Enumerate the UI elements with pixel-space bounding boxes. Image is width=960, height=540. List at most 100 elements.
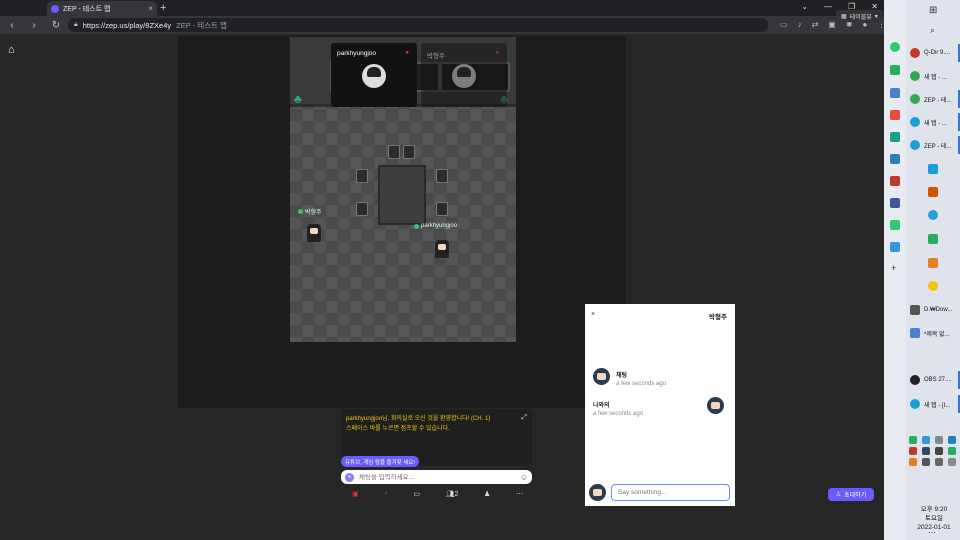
- app-icon[interactable]: [890, 88, 900, 98]
- taskbar-window[interactable]: OBS 27....: [910, 371, 960, 389]
- chat-input-bar: + ☺: [341, 470, 532, 484]
- grid-icon: ▦: [841, 13, 847, 20]
- tray-icon[interactable]: [909, 458, 917, 466]
- tray-icon[interactable]: [922, 447, 930, 455]
- facebook-icon[interactable]: [890, 198, 900, 208]
- app-icon[interactable]: [890, 132, 900, 142]
- add-icon[interactable]: +: [345, 472, 354, 482]
- app-icon[interactable]: [928, 234, 938, 244]
- emoji-icon[interactable]: ☺: [520, 473, 528, 482]
- video-tile[interactable]: parkhyungjoo ●: [331, 43, 417, 107]
- chrome-icon: [910, 94, 920, 104]
- tray-icon[interactable]: [909, 436, 917, 444]
- avatar: [452, 64, 476, 88]
- telegram-icon[interactable]: [928, 210, 938, 220]
- taskbar-window[interactable]: Q-Dir 9....: [910, 44, 960, 62]
- chair: [388, 145, 400, 159]
- chevron-down-icon[interactable]: ⌄: [801, 2, 808, 11]
- system-tray: [909, 436, 957, 466]
- volume-icon[interactable]: [935, 458, 943, 466]
- mic-off-icon[interactable]: ♪: [384, 490, 388, 497]
- participants-count: 2: [454, 490, 459, 498]
- close-icon[interactable]: ×: [591, 311, 595, 318]
- taskbar-window[interactable]: 새 탭 - ...: [910, 67, 960, 85]
- zep-favicon-icon: [51, 4, 59, 13]
- line-icon[interactable]: [890, 220, 900, 230]
- obs-icon: [910, 375, 920, 385]
- forward-icon[interactable]: ›: [28, 20, 40, 31]
- app-icon[interactable]: [890, 242, 900, 252]
- url-page-title: ZEP - 테스트 맵: [176, 20, 227, 30]
- tray-icon[interactable]: [948, 458, 956, 466]
- panel-title: 박형주: [709, 314, 727, 321]
- url-text: https://zep.us/play/8ZXe4y: [82, 20, 172, 30]
- browser-tab[interactable]: ZEP - 테스트 맵 ×: [47, 1, 157, 16]
- message-composer: [589, 484, 731, 502]
- kakaotalk-icon[interactable]: [928, 281, 938, 291]
- translate-icon[interactable]: ⇄: [812, 20, 819, 29]
- my-avatar[interactable]: [435, 240, 449, 258]
- avatar: [593, 368, 610, 385]
- youtube-icon[interactable]: [890, 176, 900, 186]
- taskbar-window[interactable]: *제목 없...: [910, 324, 960, 342]
- tray-icon[interactable]: [935, 436, 943, 444]
- app-icon[interactable]: [890, 110, 900, 120]
- app-icon[interactable]: [890, 65, 900, 75]
- edge-icon: [910, 117, 920, 127]
- taskbar-window[interactable]: 새 탭 - [I...: [910, 395, 960, 413]
- screen-share-icon[interactable]: ▭: [413, 490, 420, 498]
- invite-button[interactable]: ♙ 초대하기: [828, 488, 874, 501]
- reload-icon[interactable]: ↻: [50, 20, 62, 31]
- tray-icon[interactable]: [948, 447, 956, 455]
- more-icon[interactable]: ⋯: [516, 490, 523, 498]
- more-icon[interactable]: ⋯: [928, 528, 936, 537]
- mic-icon[interactable]: ♪: [798, 20, 802, 29]
- bluetooth-icon[interactable]: [948, 436, 956, 444]
- message-input[interactable]: [611, 484, 730, 501]
- add-icon[interactable]: +: [891, 263, 896, 273]
- hint-badge[interactable]: 유튜브, 게임 링을 즐겨찾 세요!: [341, 456, 419, 467]
- direct-message-panel: × 박형주 채팅 a few seconds ago 나와의 a few sec…: [585, 304, 735, 506]
- back-icon[interactable]: ‹: [6, 20, 18, 31]
- screenshot-icon[interactable]: ▣: [828, 20, 836, 29]
- taskbar-window[interactable]: D:₩Dow...: [910, 301, 960, 319]
- profile-icon[interactable]: ♟: [484, 490, 490, 498]
- search-icon[interactable]: ⌕: [930, 25, 935, 36]
- avatar: [589, 484, 606, 501]
- mic-icon[interactable]: [935, 447, 943, 455]
- person-add-icon: ♙: [835, 492, 842, 498]
- chat-input[interactable]: [359, 473, 515, 481]
- video-tile-name: parkhyungjoo: [337, 50, 377, 57]
- app-icon[interactable]: [928, 164, 938, 174]
- online-dot-icon: [414, 223, 419, 229]
- close-tab-icon[interactable]: ×: [148, 4, 153, 13]
- windows-start-icon[interactable]: ⊞: [929, 5, 937, 16]
- player-avatar[interactable]: [307, 224, 321, 242]
- powerpoint-icon[interactable]: [928, 187, 938, 197]
- chair: [436, 202, 448, 216]
- slack-icon[interactable]: [928, 258, 938, 268]
- tray-icon[interactable]: [909, 447, 917, 455]
- taskbar-window[interactable]: ZEP - 테...: [910, 90, 960, 108]
- view-mode-dropdown[interactable]: ▦ 테이블뷰 ▾: [836, 10, 883, 22]
- app-icon[interactable]: [890, 42, 900, 52]
- message-sender: 나와의: [593, 403, 610, 409]
- meeting-table: [378, 165, 426, 225]
- app-icon[interactable]: [890, 154, 900, 164]
- network-icon[interactable]: [922, 458, 930, 466]
- mic-off-icon: ●: [495, 50, 499, 56]
- mic-off-icon: ●: [405, 50, 409, 56]
- participants-button[interactable]: 👥︎2: [446, 490, 459, 498]
- home-icon[interactable]: ⌂: [8, 44, 15, 56]
- cast-icon[interactable]: ▭: [780, 20, 788, 29]
- address-bar[interactable]: 🔒︎ https://zep.us/play/8ZXe4y ZEP - 테스트 …: [68, 18, 768, 32]
- taskbar-window[interactable]: ZEP - 테...: [910, 136, 960, 154]
- expand-icon[interactable]: ⤢: [521, 414, 527, 422]
- camera-off-icon[interactable]: ▣: [352, 490, 359, 498]
- new-tab-button[interactable]: +: [160, 2, 166, 14]
- taskbar-window[interactable]: 새 탭 - ...: [910, 113, 960, 131]
- cloud-icon[interactable]: [922, 436, 930, 444]
- lock-icon: 🔒︎: [74, 21, 78, 28]
- minimize-icon[interactable]: —: [824, 2, 832, 11]
- video-tile[interactable]: 박형주 ●: [421, 43, 507, 107]
